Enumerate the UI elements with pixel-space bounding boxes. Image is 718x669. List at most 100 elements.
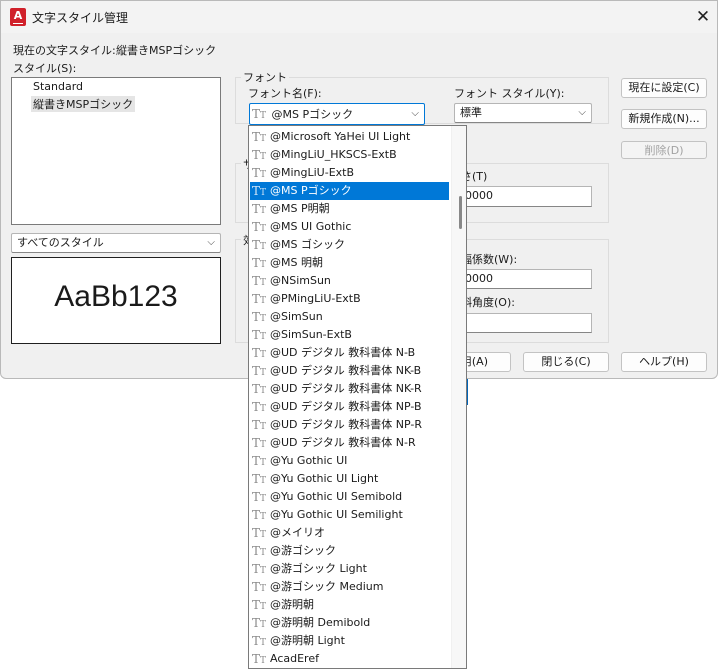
font-list-item[interactable]: TT @游明朝 bbox=[250, 596, 449, 614]
truetype-icon: TT bbox=[252, 148, 267, 162]
current-style-value: 縦書きMSPゴシック bbox=[116, 44, 217, 57]
font-list-item[interactable]: TT @MingLiU_HKSCS-ExtB bbox=[250, 146, 449, 164]
delete-button[interactable]: 削除(D) bbox=[621, 141, 707, 159]
font-list-item-label: @Yu Gothic UI Semilight bbox=[270, 508, 403, 521]
font-list-item[interactable]: TT @UD デジタル 教科書体 N-B bbox=[250, 344, 449, 362]
font-list-item[interactable]: TT @MingLiU-ExtB bbox=[250, 164, 449, 182]
font-list-item-label: @MS 明朝 bbox=[270, 256, 323, 269]
font-style-label: フォント スタイル(Y): bbox=[454, 87, 565, 100]
font-list-item[interactable]: TT AcadEref bbox=[250, 650, 449, 668]
truetype-icon: TT bbox=[252, 544, 267, 558]
font-list-item-label: @Yu Gothic UI Light bbox=[270, 472, 379, 485]
scrollbar-thumb[interactable] bbox=[459, 196, 462, 229]
font-list-item[interactable]: TT @PMingLiU-ExtB bbox=[250, 290, 449, 308]
truetype-icon: TT bbox=[252, 274, 267, 288]
font-list-item-label: @UD デジタル 教科書体 N-R bbox=[270, 436, 416, 449]
font-list-item[interactable]: TT @Yu Gothic UI Semilight bbox=[250, 506, 449, 524]
font-list-item[interactable]: TT @游明朝 Demibold bbox=[250, 614, 449, 632]
styles-label: スタイル(S): bbox=[13, 62, 77, 75]
window-title: 文字スタイル管理 bbox=[32, 11, 129, 25]
font-list-item-label: @游明朝 Light bbox=[270, 634, 345, 647]
new-style-button[interactable]: 新規作成(N)... bbox=[621, 109, 707, 129]
truetype-icon: TT bbox=[252, 220, 267, 234]
oblique-angle-input[interactable] bbox=[461, 313, 592, 333]
style-item-vertical-msp-gothic[interactable]: 縦書きMSPゴシック bbox=[31, 96, 136, 112]
close-icon[interactable]: ✕ bbox=[689, 4, 717, 30]
font-list-item[interactable]: TT @NSimSun bbox=[250, 272, 449, 290]
truetype-icon: TT bbox=[252, 292, 267, 306]
truetype-icon: TT bbox=[252, 382, 267, 396]
font-list-item-label: @Yu Gothic UI Semibold bbox=[270, 490, 403, 503]
truetype-icon: TT bbox=[252, 328, 267, 342]
truetype-icon: TT bbox=[252, 364, 267, 378]
font-list-item[interactable]: TT @UD デジタル 教科書体 NP-B bbox=[250, 398, 449, 416]
truetype-icon: TT bbox=[252, 634, 267, 648]
font-list-item-label: @SimSun-ExtB bbox=[270, 328, 352, 341]
truetype-icon: TT bbox=[252, 202, 267, 216]
chevron-down-icon: ⌵ bbox=[578, 107, 586, 118]
font-list-item-label: @游ゴシック Light bbox=[270, 562, 367, 575]
font-list-item[interactable]: TT @SimSun bbox=[250, 308, 449, 326]
font-list-item-label: @Yu Gothic UI bbox=[270, 454, 348, 467]
font-style-select[interactable]: 標準 ⌵ bbox=[454, 103, 592, 123]
font-list-item[interactable]: TT @游明朝 Light bbox=[250, 632, 449, 650]
font-list-item[interactable]: TT @UD デジタル 教科書体 NK-B bbox=[250, 362, 449, 380]
truetype-icon: TT bbox=[252, 238, 267, 252]
preview-text: AaBb123 bbox=[54, 280, 178, 313]
help-button[interactable]: ヘルプ(H) bbox=[621, 352, 707, 372]
truetype-icon: TT bbox=[252, 580, 267, 594]
height-input[interactable]: 0000 bbox=[461, 186, 592, 207]
font-list-item-label: @PMingLiU-ExtB bbox=[270, 292, 361, 305]
font-list-item[interactable]: TT @游ゴシック Medium bbox=[250, 578, 449, 596]
font-list-item-label: @SimSun bbox=[270, 310, 323, 323]
font-list-item[interactable]: TT @メイリオ bbox=[250, 524, 449, 542]
dropdown-scrollbar[interactable] bbox=[451, 126, 466, 668]
width-factor-label: 幅係数(W): bbox=[461, 253, 518, 266]
preview-box: AaBb123 bbox=[11, 257, 221, 344]
font-list-item[interactable]: TT @MS P明朝 bbox=[250, 200, 449, 218]
style-item-standard[interactable]: Standard bbox=[33, 80, 83, 93]
font-list-item[interactable]: TT @MS 明朝 bbox=[250, 254, 449, 272]
app-icon: A bbox=[10, 8, 26, 26]
close-button[interactable]: 閉じる(C) bbox=[523, 352, 609, 372]
font-list-item[interactable]: TT @UD デジタル 教科書体 NP-R bbox=[250, 416, 449, 434]
truetype-icon: TT bbox=[252, 454, 267, 468]
truetype-icon: TT bbox=[252, 490, 267, 504]
font-list-item[interactable]: TT @MS UI Gothic bbox=[250, 218, 449, 236]
truetype-icon: TT bbox=[252, 166, 267, 180]
font-list-item[interactable]: TT @游ゴシック Light bbox=[250, 560, 449, 578]
truetype-icon: TT bbox=[252, 562, 267, 576]
font-list-item[interactable]: TT @游ゴシック bbox=[250, 542, 449, 560]
font-list-item-label: @UD デジタル 教科書体 NK-B bbox=[270, 364, 422, 377]
title-bar: A 文字スタイル管理 ✕ bbox=[1, 1, 717, 33]
font-list-item[interactable]: TT @SimSun-ExtB bbox=[250, 326, 449, 344]
width-factor-input[interactable]: 0000 bbox=[461, 269, 592, 289]
font-dropdown-list[interactable]: TT @Microsoft YaHei UI Light TT @MingLiU_HK… bbox=[248, 125, 467, 669]
font-name-select[interactable]: TT @MS Pゴシック ⌵ bbox=[249, 103, 425, 125]
styles-list[interactable]: Standard 縦書きMSPゴシック bbox=[11, 77, 221, 225]
truetype-icon: TT bbox=[252, 616, 267, 630]
font-list-item[interactable]: TT @Yu Gothic UI bbox=[250, 452, 449, 470]
truetype-icon: TT bbox=[252, 508, 267, 522]
truetype-icon: TT bbox=[252, 310, 267, 324]
truetype-icon: TT bbox=[252, 184, 267, 198]
truetype-icon: TT bbox=[252, 526, 267, 540]
font-list-item[interactable]: TT @UD デジタル 教科書体 N-R bbox=[250, 434, 449, 452]
style-filter-select[interactable]: すべてのスタイル ⌵ bbox=[11, 233, 221, 253]
font-list-item[interactable]: TT @MS Pゴシック bbox=[250, 182, 449, 200]
font-list-item-label: @UD デジタル 教科書体 NP-R bbox=[270, 418, 423, 431]
font-list-item[interactable]: TT @MS ゴシック bbox=[250, 236, 449, 254]
font-list-item[interactable]: TT @UD デジタル 教科書体 NK-R bbox=[250, 380, 449, 398]
font-list-item[interactable]: TT @Yu Gothic UI Semibold bbox=[250, 488, 449, 506]
font-list-item[interactable]: TT @Microsoft YaHei UI Light bbox=[250, 128, 449, 146]
truetype-icon: TT bbox=[252, 418, 267, 432]
truetype-icon: TT bbox=[252, 256, 267, 270]
font-list-item-label: @Microsoft YaHei UI Light bbox=[270, 130, 411, 143]
font-list-item-label: @メイリオ bbox=[270, 526, 325, 539]
font-list-item-label: @游明朝 Demibold bbox=[270, 616, 371, 629]
font-list-item-label: @UD デジタル 教科書体 N-B bbox=[270, 346, 416, 359]
truetype-icon: TT bbox=[252, 652, 267, 666]
set-current-button[interactable]: 現在に設定(C) bbox=[621, 78, 707, 98]
font-list-item-label: @MingLiU_HKSCS-ExtB bbox=[270, 148, 397, 161]
font-list-item[interactable]: TT @Yu Gothic UI Light bbox=[250, 470, 449, 488]
